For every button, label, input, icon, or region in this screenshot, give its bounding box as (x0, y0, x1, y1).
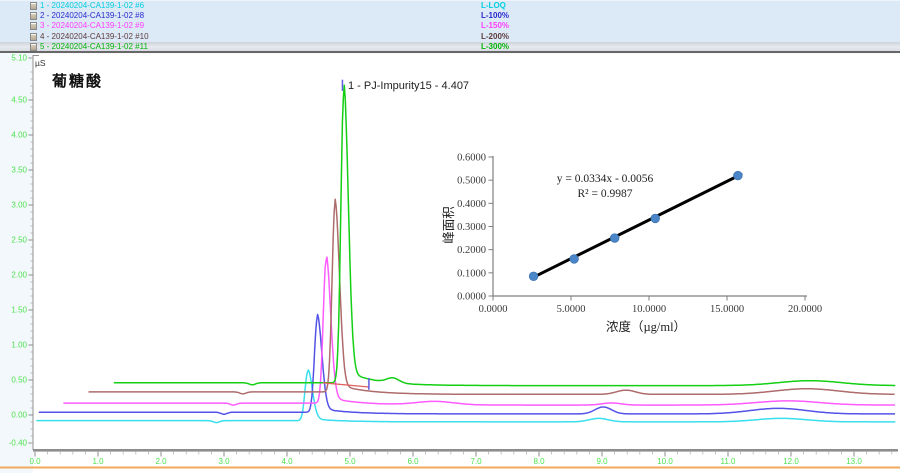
sample-name: 3 - 20240204-CA139-1-02 #9 (40, 21, 144, 31)
svg-text:0.50: 0.50 (11, 376, 27, 385)
sample-name: 1 - 20240204-CA139-1-02 #6 (40, 1, 144, 11)
svg-text:5.0: 5.0 (344, 457, 356, 466)
legend-row-sample[interactable]: 4 - 20240204-CA139-1-02 #10 L-200% (0, 32, 900, 42)
svg-text:5.0000: 5.0000 (557, 304, 586, 315)
svg-text:3.0: 3.0 (218, 457, 230, 466)
svg-text:6.0: 6.0 (407, 457, 419, 466)
svg-text:3.00: 3.00 (11, 201, 27, 210)
svg-text:2.0: 2.0 (155, 457, 167, 466)
svg-text:8.0: 8.0 (533, 457, 545, 466)
svg-text:10.0: 10.0 (657, 457, 673, 466)
svg-text:0.1000: 0.1000 (457, 268, 486, 279)
svg-text:4.00: 4.00 (11, 131, 27, 140)
sample-chromatogram-icon (30, 33, 37, 41)
svg-text:15.0000: 15.0000 (710, 304, 744, 315)
sample-legend: 1 - 20240204-CA139-1-02 #6L-LOQ2 - 20240… (0, 0, 900, 52)
calibration-point (610, 234, 619, 243)
svg-text:0.00: 0.00 (11, 411, 27, 420)
calibration-equation: y = 0.0334x - 0.0056 (480, 173, 730, 185)
y-axis-ticks: 5.10 4.50 4.00 3.50 3.00 2.50 2.00 1.50 1.00 0.50… (9, 54, 33, 448)
integration-baseline (323, 383, 369, 387)
svg-text:4.0: 4.0 (281, 457, 293, 466)
sample-chromatogram-icon (30, 22, 37, 30)
svg-text:0.0000: 0.0000 (457, 292, 486, 303)
svg-text:10.0000: 10.0000 (632, 304, 666, 315)
svg-text:4.50: 4.50 (11, 96, 27, 105)
calibration-point (651, 214, 660, 223)
svg-text:3.50: 3.50 (11, 166, 27, 175)
svg-text:9.0: 9.0 (596, 457, 608, 466)
sample-level-label: L-150% (481, 21, 509, 31)
sample-level-label: L-200% (481, 32, 509, 42)
svg-text:1.50: 1.50 (11, 306, 27, 315)
x-axis-ticks: 0.0 1.0 2.0 3.0 4.0 5.0 6.0 7.0 8.0 9.0 10.0 11.0 12… (29, 452, 891, 466)
sample-level-label: L-LOQ (481, 1, 506, 11)
svg-text:2.00: 2.00 (11, 271, 27, 280)
svg-text:0.0000: 0.0000 (479, 304, 508, 315)
chromatogram-title: 葡糖酸 (52, 70, 103, 91)
svg-text:1.00: 1.00 (11, 341, 27, 350)
sample-chromatogram-icon (30, 12, 37, 20)
sample-chromatogram-icon (30, 2, 37, 10)
svg-text:0.6000: 0.6000 (457, 152, 486, 163)
svg-text:20.0000: 20.0000 (788, 304, 822, 315)
svg-text:2.50: 2.50 (11, 236, 27, 245)
sample-name: 4 - 20240204-CA139-1-02 #10 (40, 32, 149, 42)
calibration-point (570, 255, 579, 264)
calibration-xlabel: 浓度（µg/ml） (566, 316, 726, 335)
svg-text:0.0: 0.0 (29, 457, 41, 466)
calibration-r2: R² = 0.9987 (480, 188, 730, 200)
sample-level-label: L-100% (481, 11, 509, 21)
svg-text:0.4000: 0.4000 (457, 199, 486, 210)
calibration-point (734, 171, 743, 180)
sample-chromatogram-icon (30, 43, 37, 51)
svg-text:0.2000: 0.2000 (457, 245, 486, 256)
calibration-point (529, 272, 538, 281)
svg-text:0.3000: 0.3000 (457, 222, 486, 233)
svg-text:5.10: 5.10 (11, 54, 27, 63)
legend-row-sample[interactable]: 1 - 20240204-CA139-1-02 #6 L-LOQ (0, 1, 900, 11)
svg-text:1.0: 1.0 (92, 457, 104, 466)
svg-text:12.0: 12.0 (783, 457, 799, 466)
svg-text:-0.40: -0.40 (9, 439, 28, 448)
sample-name: 2 - 20240204-CA139-1-02 #8 (40, 11, 144, 21)
legend-row-sample[interactable]: 3 - 20240204-CA139-1-02 #9 L-150% (0, 21, 900, 31)
svg-text:7.0: 7.0 (470, 457, 482, 466)
chromatogram-trace (36, 370, 895, 423)
peak-annotation: 1 - PJ-Impurity15 - 4.407 (348, 80, 469, 92)
legend-row-sample[interactable]: 2 - 20240204-CA139-1-02 #8 L-100% (0, 11, 900, 21)
y-axis-unit: µS (35, 58, 46, 68)
svg-text:11.0: 11.0 (721, 457, 737, 466)
chromatogram-trace (89, 199, 895, 394)
chromatogram-trace (39, 315, 895, 415)
calibration-ylabel: 峰面积 (438, 185, 452, 265)
svg-text:13.0: 13.0 (846, 457, 862, 466)
chromatogram-trace (114, 85, 896, 385)
